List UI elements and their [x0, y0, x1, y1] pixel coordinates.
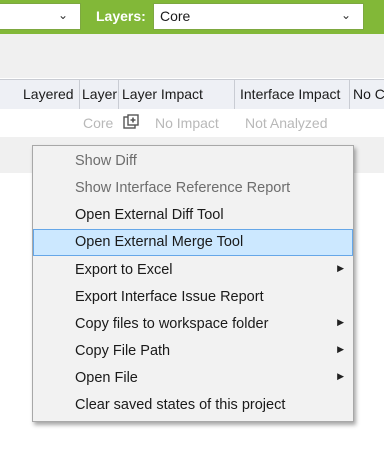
menu-item-label: Copy File Path: [75, 343, 171, 359]
menu-item-label: Open File: [75, 370, 138, 386]
menu-item-export-to-excel[interactable]: Export to Excel ▶: [33, 257, 353, 284]
menu-item-label: Open External Merge Tool: [75, 234, 244, 250]
top-toolbar: ⌄ Layers: Core ⌄: [0, 0, 384, 34]
left-dropdown[interactable]: ⌄: [0, 3, 81, 30]
menu-item-export-interface-issue-report[interactable]: Export Interface Issue Report: [33, 284, 353, 311]
column-divider: [118, 80, 119, 109]
grid-header: Layered Layer Layer Impact Interface Imp…: [0, 79, 384, 110]
cell-layer-impact: No Impact: [155, 115, 219, 131]
column-header-interface-impact[interactable]: Interface Impact: [240, 86, 340, 102]
cell-layer: Core: [83, 115, 114, 131]
column-header-no-c[interactable]: No C: [353, 86, 384, 102]
menu-item-show-interface-reference-report[interactable]: Show Interface Reference Report: [33, 175, 353, 202]
submenu-arrow-icon: ▶: [337, 263, 344, 273]
menu-item-label: Export to Excel: [75, 262, 173, 278]
menu-item-label: Open External Diff Tool: [75, 207, 224, 223]
context-menu: Show Diff Show Interface Reference Repor…: [32, 145, 354, 422]
ribbon-area: [0, 34, 384, 78]
layers-dropdown[interactable]: Core ⌄: [153, 3, 364, 30]
chevron-down-icon: ⌄: [57, 8, 68, 22]
cell-interface-impact: Not Analyzed: [245, 115, 328, 131]
layer-impact-icon: [123, 114, 139, 129]
menu-item-open-file[interactable]: Open File ▶: [33, 365, 353, 392]
submenu-arrow-icon: ▶: [337, 317, 344, 327]
column-divider: [79, 80, 80, 109]
submenu-arrow-icon: ▶: [337, 371, 344, 381]
menu-item-clear-saved-states[interactable]: Clear saved states of this project: [33, 392, 353, 419]
menu-item-show-diff[interactable]: Show Diff: [33, 148, 353, 175]
layers-label: Layers:: [96, 8, 146, 24]
menu-item-open-external-diff-tool[interactable]: Open External Diff Tool: [33, 202, 353, 229]
column-header-layered[interactable]: Layered: [23, 86, 74, 102]
column-header-layer[interactable]: Layer: [82, 86, 117, 102]
menu-item-label: Show Interface Reference Report: [75, 180, 291, 196]
table-row[interactable]: Core No Impact Not Analyzed: [0, 109, 384, 137]
menu-item-label: Show Diff: [75, 153, 137, 169]
column-divider: [349, 80, 350, 109]
menu-item-copy-file-path[interactable]: Copy File Path ▶: [33, 338, 353, 365]
column-header-layer-impact[interactable]: Layer Impact: [122, 86, 203, 102]
menu-item-open-external-merge-tool[interactable]: Open External Merge Tool: [33, 229, 353, 256]
submenu-arrow-icon: ▶: [337, 344, 344, 354]
menu-item-label: Export Interface Issue Report: [75, 289, 264, 305]
menu-item-copy-files-to-workspace-folder[interactable]: Copy files to workspace folder ▶: [33, 311, 353, 338]
column-divider: [234, 80, 235, 109]
menu-item-label: Copy files to workspace folder: [75, 316, 269, 332]
chevron-down-icon: ⌄: [340, 8, 351, 22]
menu-item-label: Clear saved states of this project: [75, 397, 286, 413]
layers-value: Core: [160, 8, 191, 24]
